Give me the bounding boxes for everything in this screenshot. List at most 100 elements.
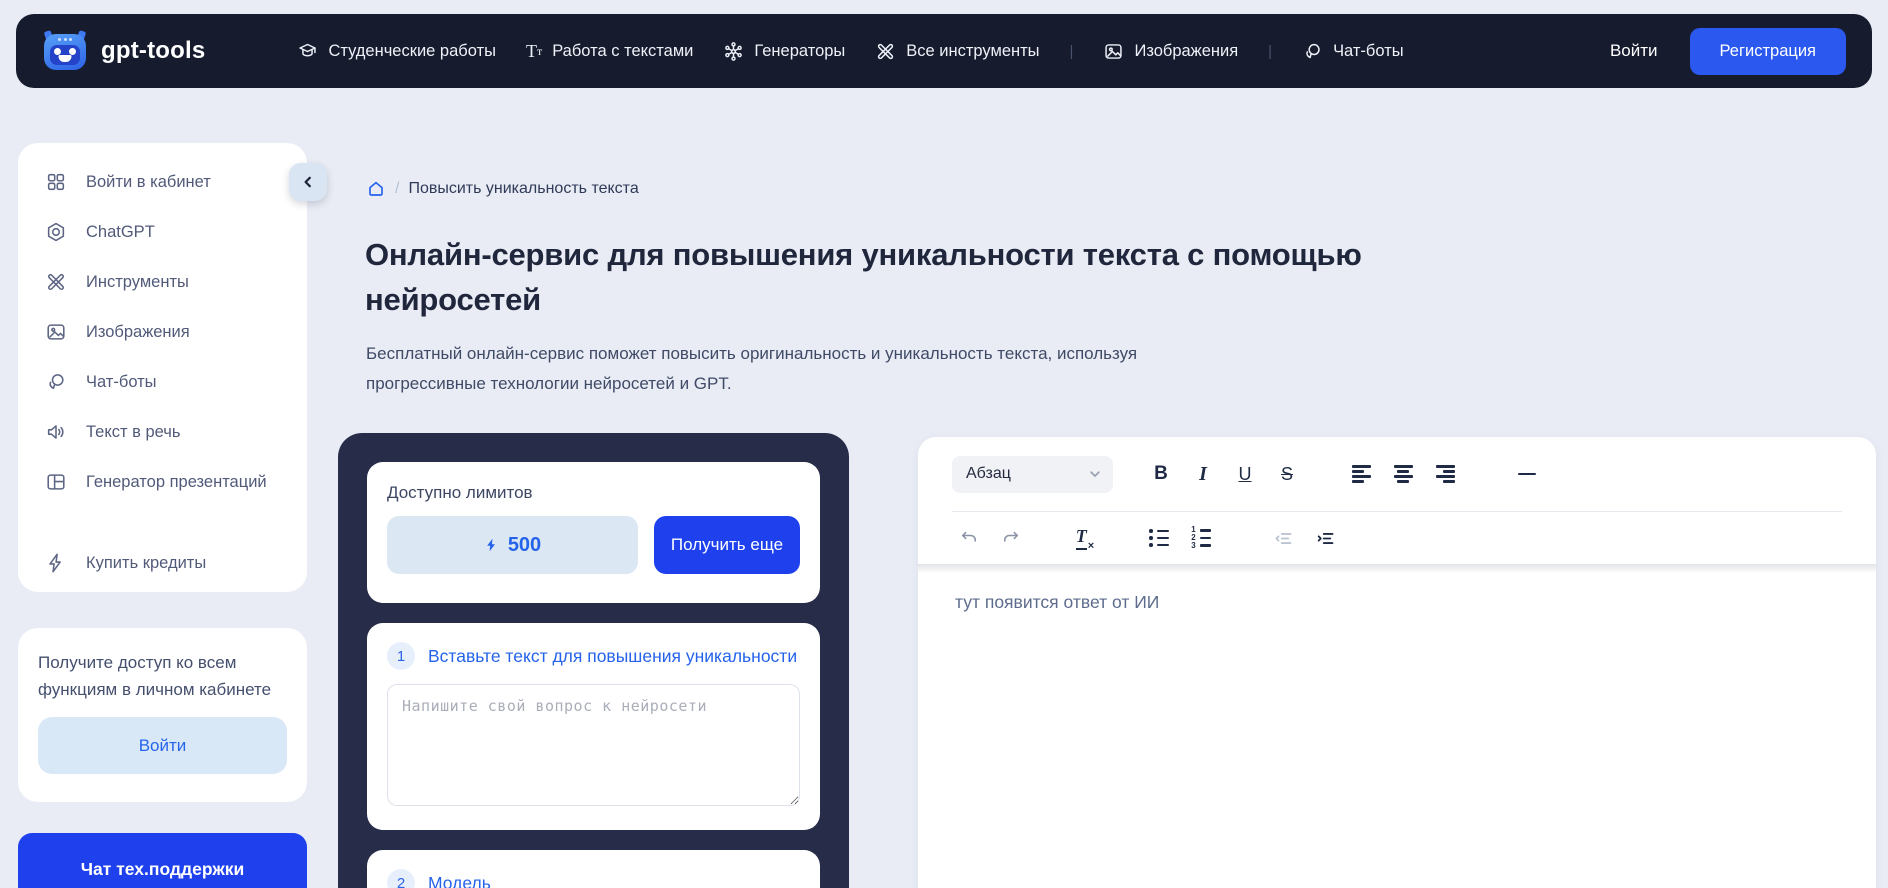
sidebar-item-label: Изображения: [86, 323, 190, 342]
chevron-down-icon: [1089, 468, 1101, 480]
underline-button[interactable]: U: [1228, 457, 1262, 491]
sidebar-item-label: Чат-боты: [86, 373, 157, 392]
indent-icon: [1315, 528, 1336, 549]
home-icon[interactable]: [366, 179, 386, 199]
nav-item-text-work[interactable]: Tт Работа с текстами: [526, 42, 693, 61]
speaker-icon: [45, 421, 67, 443]
sidebar-item-buy-credits[interactable]: Купить кредиты: [18, 538, 307, 588]
bullet-list-icon: [1149, 529, 1169, 547]
tool-panel: Доступно лимитов 500 Получить еще 1 Вста…: [338, 433, 849, 888]
brand-logo[interactable]: gpt-tools: [42, 30, 205, 72]
page: gpt-tools Студенческие работы Tт Работа …: [0, 0, 1888, 888]
nav-item-label: Студенческие работы: [328, 42, 496, 61]
network-icon: [723, 41, 744, 62]
limits-card: Доступно лимитов 500 Получить еще: [367, 462, 820, 603]
step-number-badge: 1: [387, 642, 415, 670]
outdent-icon: [1273, 528, 1294, 549]
nav-separator: |: [1070, 43, 1074, 60]
step2-title: Модель: [428, 873, 491, 888]
horizontal-rule-button[interactable]: [1510, 457, 1544, 491]
step1-title: Вставьте текст для повышения уникальност…: [428, 646, 797, 667]
horizontal-rule-icon: [1518, 473, 1536, 476]
access-login-button[interactable]: Войти: [38, 717, 287, 774]
breadcrumb-current: Повысить уникальность текста: [408, 180, 638, 198]
sidebar-item-chatgpt[interactable]: ChatGPT: [18, 207, 307, 257]
strikethrough-button[interactable]: S: [1270, 457, 1304, 491]
align-center-button[interactable]: [1386, 457, 1420, 491]
access-card: Получите доступ ко всем функциям в лично…: [18, 628, 307, 802]
sidebar-item-presentations[interactable]: Генератор презентаций: [18, 457, 307, 507]
numbered-list-button[interactable]: [1184, 521, 1218, 555]
breadcrumb: / Повысить уникальность текста: [366, 179, 639, 199]
sidebar-item-text-to-speech[interactable]: Текст в речь: [18, 407, 307, 457]
nav-item-images[interactable]: Изображения: [1103, 41, 1238, 62]
italic-button[interactable]: I: [1186, 457, 1220, 491]
openai-icon: [45, 221, 67, 243]
step2-card: 2 Модель: [367, 850, 820, 888]
source-text-input[interactable]: [387, 684, 800, 806]
sidebar-item-label: Инструменты: [86, 273, 189, 292]
nav-item-all-tools[interactable]: Все инструменты: [875, 41, 1039, 62]
clear-formatting-icon: [1076, 526, 1094, 550]
nav-item-label: Генераторы: [754, 42, 845, 61]
sidebar-item-tools[interactable]: Инструменты: [18, 257, 307, 307]
dashboard-grid-icon: [45, 171, 67, 193]
numbered-list-icon: [1191, 528, 1211, 549]
paragraph-style-value: Абзац: [966, 465, 1011, 483]
sidebar-item-label: Текст в речь: [86, 423, 180, 442]
sidebar-item-label: ChatGPT: [86, 223, 155, 242]
clear-formatting-button[interactable]: [1068, 521, 1102, 555]
register-button[interactable]: Регистрация: [1690, 28, 1846, 75]
sidebar-item-label: Генератор презентаций: [86, 473, 267, 492]
sidebar-menu: Войти в кабинет ChatGPT Инструменты Изоб…: [18, 143, 307, 592]
main-nav: Студенческие работы Tт Работа с текстами…: [297, 41, 1403, 62]
bold-button[interactable]: B: [1144, 457, 1178, 491]
outdent-button[interactable]: [1266, 521, 1300, 555]
sidebar-item-chatbots[interactable]: Чат-боты: [18, 357, 307, 407]
redo-button[interactable]: [994, 521, 1028, 555]
sidebar-collapse-button[interactable]: [289, 163, 327, 201]
sidebar-item-label: Купить кредиты: [86, 554, 206, 573]
nav-right: Войти Регистрация: [1610, 28, 1846, 75]
nav-item-label: Чат-боты: [1333, 42, 1404, 61]
align-right-icon: [1436, 465, 1455, 483]
align-left-icon: [1352, 465, 1371, 483]
robot-icon: [42, 30, 88, 72]
nav-item-generators[interactable]: Генераторы: [723, 41, 845, 62]
page-title: Онлайн-сервис для повышения уникальности…: [365, 232, 1405, 322]
page-description: Бесплатный онлайн-сервис поможет повысит…: [366, 339, 1166, 399]
support-chat-button[interactable]: Чат тех.поддержки: [18, 833, 307, 888]
image-icon: [45, 321, 67, 343]
breadcrumb-separator: /: [395, 180, 399, 198]
align-right-button[interactable]: [1428, 457, 1462, 491]
bullet-list-button[interactable]: [1142, 521, 1176, 555]
get-more-limits-button[interactable]: Получить еще: [654, 516, 800, 574]
step-number-badge: 2: [387, 869, 415, 888]
nav-item-chatbots[interactable]: Чат-боты: [1302, 41, 1404, 62]
image-icon: [1103, 41, 1124, 62]
nav-separator: |: [1268, 43, 1272, 60]
text-format-icon: Tт: [526, 42, 542, 60]
sidebar-item-label: Войти в кабинет: [86, 173, 211, 192]
sidebar-item-cabinet[interactable]: Войти в кабинет: [18, 157, 307, 207]
editor-toolbar: Абзац B I U S: [918, 437, 1876, 564]
nav-item-label: Работа с текстами: [552, 42, 693, 61]
paragraph-style-select[interactable]: Абзац: [952, 456, 1113, 493]
align-left-button[interactable]: [1344, 457, 1378, 491]
login-link[interactable]: Войти: [1610, 41, 1658, 61]
limits-value: 500: [508, 534, 541, 557]
undo-button[interactable]: [952, 521, 986, 555]
graduation-cap-icon: [297, 41, 318, 62]
indent-button[interactable]: [1308, 521, 1342, 555]
top-navbar: gpt-tools Студенческие работы Tт Работа …: [16, 14, 1872, 88]
nav-item-label: Изображения: [1134, 42, 1238, 61]
nav-item-student-works[interactable]: Студенческие работы: [297, 41, 496, 62]
undo-icon: [959, 528, 979, 548]
editor-content[interactable]: тут появится ответ от ИИ: [918, 564, 1876, 641]
sidebar-item-images[interactable]: Изображения: [18, 307, 307, 357]
crossed-tools-icon: [45, 271, 67, 293]
presentation-icon: [45, 471, 67, 493]
redo-icon: [1001, 528, 1021, 548]
result-editor: Абзац B I U S: [918, 437, 1876, 888]
limits-label: Доступно лимитов: [387, 483, 800, 503]
